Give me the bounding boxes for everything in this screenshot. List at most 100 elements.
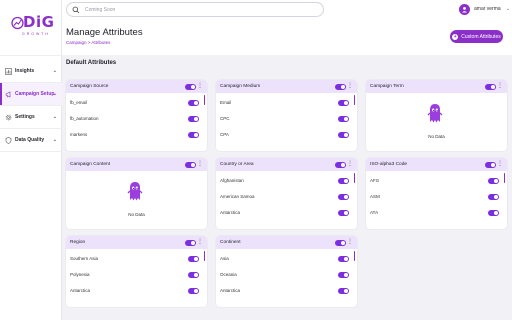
list-item: ASM	[366, 189, 507, 205]
list-item-label: American Samoa	[220, 194, 255, 199]
sidebar-item-data-quality[interactable]: Data Quality ⌄	[0, 129, 62, 152]
card-header: Campaign Content ⋮	[66, 158, 207, 171]
search-placeholder: Coming Soon	[85, 7, 116, 13]
sidebar-item-label: Data Quality	[15, 137, 45, 143]
card-header: Country or Area ⋮	[216, 158, 357, 171]
card-title: Campaign Source	[70, 84, 109, 89]
gear-icon	[4, 113, 12, 121]
breadcrumb[interactable]: Campaign > Attributes	[66, 40, 110, 45]
scrollbar[interactable]	[353, 173, 355, 183]
card-header: Campaign Medium ⋮	[216, 80, 357, 93]
attribute-card: Campaign Term ⋮ No Data	[366, 80, 507, 151]
row-toggle[interactable]	[338, 178, 349, 184]
row-toggle[interactable]	[338, 288, 349, 294]
search-input[interactable]: Coming Soon	[66, 2, 324, 17]
sidebar-item-label: Campaign Setup	[15, 91, 55, 97]
list-item: Email	[216, 95, 357, 111]
card-body: Southern Asia Polynesia Antarctica	[66, 249, 207, 307]
row-toggle[interactable]	[338, 132, 349, 138]
row-toggle[interactable]	[188, 288, 199, 294]
list-item-label: markens	[70, 132, 88, 137]
list-item-label: CPA	[220, 132, 229, 137]
row-toggle[interactable]	[338, 116, 349, 122]
list-item-label: Antarctica	[220, 288, 241, 293]
kebab-menu-icon[interactable]: ⋮	[197, 161, 203, 167]
kebab-menu-icon[interactable]: ⋮	[347, 83, 353, 89]
brand-name: DiG	[23, 13, 55, 31]
list-item: AFG	[366, 173, 507, 189]
list-item-label: AFG	[370, 178, 380, 183]
row-toggle[interactable]	[188, 132, 199, 138]
list-item-label: Antarctica	[70, 288, 91, 293]
card-body: Asia Oceania Antarctica	[216, 249, 357, 307]
row-toggle[interactable]	[338, 256, 349, 262]
scrollbar[interactable]	[203, 251, 205, 261]
list-item: CPC	[216, 111, 357, 127]
row-toggle[interactable]	[338, 210, 349, 216]
list-item: Antarctica	[216, 205, 357, 221]
kebab-menu-icon[interactable]: ⋮	[197, 239, 203, 245]
card-title: Campaign Term	[370, 84, 404, 89]
brand-logo[interactable]: DiG GROWTH	[11, 13, 55, 39]
list-item: Afghanistan	[216, 173, 357, 189]
custom-attributes-button[interactable]: + Custom Attributes	[450, 30, 503, 43]
row-toggle[interactable]	[188, 116, 199, 122]
user-menu[interactable]: amar verma ⌄	[459, 3, 510, 15]
scrollbar[interactable]	[203, 95, 205, 105]
custom-attributes-label: Custom Attributes	[461, 33, 501, 40]
list-item: Oceania	[216, 267, 357, 283]
campaign-icon	[4, 90, 12, 98]
sidebar-item-campaign-setup[interactable]: Campaign Setup ⌄	[0, 83, 62, 106]
card-toggle[interactable]	[185, 83, 196, 90]
card-toggle[interactable]	[485, 83, 496, 90]
no-data-label: No Data	[128, 212, 145, 217]
row-toggle[interactable]	[488, 210, 499, 216]
sidebar: DiG GROWTH Insights ⌄ Campaign Setup ⌄ S…	[0, 0, 62, 320]
card-toggle[interactable]	[335, 83, 346, 90]
kebab-menu-icon[interactable]: ⋮	[347, 161, 353, 167]
section-title: Default Attributes	[66, 60, 117, 66]
list-item-label: Oceania	[220, 272, 237, 277]
plus-icon: +	[452, 33, 459, 40]
list-item-label: Antarctica	[220, 210, 241, 215]
card-header: Campaign Term ⋮	[366, 80, 507, 93]
kebab-menu-icon[interactable]: ⋮	[497, 83, 503, 89]
row-toggle[interactable]	[188, 256, 199, 262]
scrollbar[interactable]	[353, 95, 355, 105]
scrollbar[interactable]	[353, 251, 355, 261]
empty-state: No Data	[66, 171, 207, 229]
card-toggle[interactable]	[185, 239, 196, 246]
card-title: ISO-alpha3 Code	[370, 162, 408, 167]
user-icon	[459, 3, 470, 15]
row-toggle[interactable]	[188, 100, 199, 106]
attribute-card: Country or Area ⋮ Afghanistan American Samo…	[216, 158, 357, 229]
list-item: Southern Asia	[66, 251, 207, 267]
kebab-menu-icon[interactable]: ⋮	[497, 161, 503, 167]
ghost-icon	[127, 180, 143, 207]
list-item: CPA	[216, 127, 357, 143]
sidebar-item-label: Insights	[15, 68, 35, 74]
list-item: ATA	[366, 205, 507, 221]
card-header: Campaign Source ⋮	[66, 80, 207, 93]
card-toggle[interactable]	[185, 161, 196, 168]
card-toggle[interactable]	[485, 161, 496, 168]
list-item-label: fb_email	[70, 100, 88, 105]
sidebar-item-insights[interactable]: Insights ⌄	[0, 60, 62, 83]
sidebar-item-settings[interactable]: Settings ⌄	[0, 106, 62, 129]
row-toggle[interactable]	[338, 100, 349, 106]
scrollbar[interactable]	[503, 173, 505, 183]
chevron-down-icon: ⌄	[52, 114, 57, 120]
page-header: Manage Attributes Campaign > Attributes …	[62, 20, 512, 55]
list-item-label: CPC	[220, 116, 230, 121]
kebab-menu-icon[interactable]: ⋮	[347, 239, 353, 245]
row-toggle[interactable]	[338, 272, 349, 278]
row-toggle[interactable]	[188, 272, 199, 278]
card-title: Continent	[220, 240, 241, 245]
kebab-menu-icon[interactable]: ⋮	[197, 83, 203, 89]
row-toggle[interactable]	[488, 194, 499, 200]
row-toggle[interactable]	[488, 178, 499, 184]
card-toggle[interactable]	[335, 161, 346, 168]
top-bar: Coming Soon amar verma ⌄	[62, 0, 512, 20]
row-toggle[interactable]	[338, 194, 349, 200]
card-toggle[interactable]	[335, 239, 346, 246]
